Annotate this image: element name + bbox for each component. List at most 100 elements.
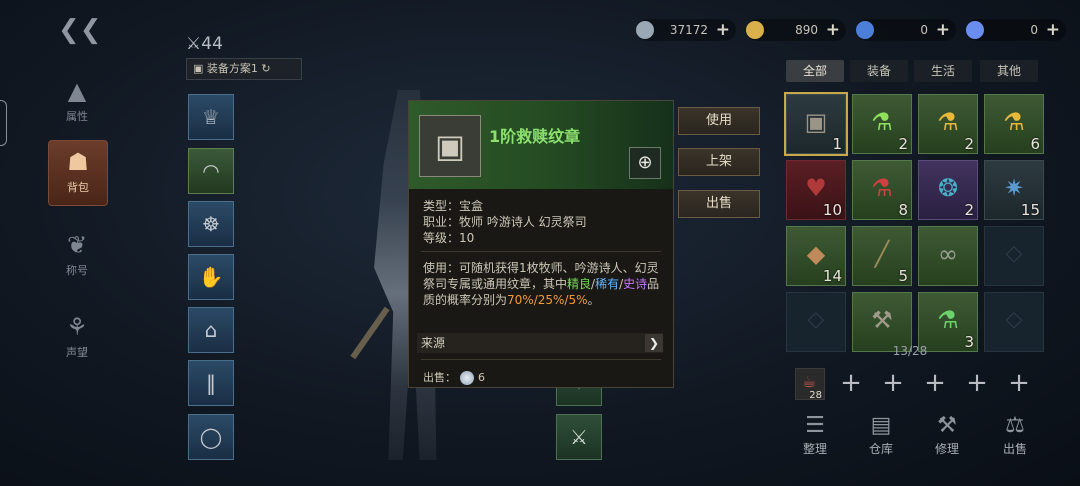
helmet-icon: ♕ [202,105,220,129]
crystal-icon [966,21,984,39]
chevron-right-icon: ❯ [645,334,663,352]
equip-slot-hands[interactable]: ✋ [188,254,234,300]
equip-plan-selector[interactable]: ▣ 装备方案1 ↻ [186,58,302,80]
item-tooltip: ▣ 1阶救赎纹章 ⊕ 类型：宝盒 职业：牧师 吟游诗人 幻灵祭司 等级：10 使… [408,100,674,388]
currency-gold: 890 + [746,19,846,41]
green-potion-icon: ⚗ [871,108,893,136]
inventory-item[interactable]: ⚗ 8 [852,160,912,220]
hammer-icon: ⚒ [871,306,893,334]
list-button[interactable]: 上架 [678,148,760,176]
add-quickslot-button[interactable]: + [962,368,992,398]
boots-icon: ‖ [206,371,216,395]
item-name: 1阶救赎纹章 [489,127,581,146]
add-gem-button[interactable]: + [936,19,950,41]
tab-equipment[interactable]: 装备 [850,60,908,82]
tooltip-header: ▣ 1阶救赎纹章 ⊕ [409,101,673,189]
equip-slot-legs[interactable]: ⌂ [188,307,234,353]
empty-icon: ◇ [1005,307,1023,332]
inventory-item[interactable]: ▣ 1 [784,92,848,156]
equip-slot-shoulder[interactable]: ◠ [188,148,234,194]
back-button[interactable]: ❮❮ [58,16,102,44]
nav-attribute[interactable]: ▲ 属性 [48,70,106,134]
inventory-item[interactable]: ⚗ 6 [984,94,1044,154]
repair-button[interactable]: ⚒ 修理 [922,412,972,457]
side-drawer-handle[interactable] [0,100,7,146]
item-count: 2 [898,135,908,153]
add-quickslot-button[interactable]: + [920,368,950,398]
nav-label: 称号 [66,264,88,277]
inventory-item[interactable]: ♥ 10 [786,160,846,220]
refresh-icon: ↻ [261,62,271,75]
sword-icon: ⚔ [186,34,202,54]
yellow-potion-icon: ⚗ [937,108,959,136]
tab-all[interactable]: 全部 [786,60,844,82]
tab-other[interactable]: 其他 [980,60,1038,82]
item-count: 6 [1030,135,1040,153]
sell-button[interactable]: ⚖ 出售 [990,412,1040,457]
backpack-icon: ☗ [67,148,89,176]
equip-slot-ring[interactable]: ◯ [188,414,234,460]
item-count: 10 [822,201,842,219]
item-count: 15 [1020,201,1040,219]
quickslot-potion[interactable]: ☕ 28 [795,368,825,401]
source-row[interactable]: 来源 ❯ [417,333,663,353]
treasure-chest-icon: ▣ [419,115,481,177]
currency-crystal: 0 + [966,19,1066,41]
chain-icon: ∞ [938,240,958,268]
empty-icon: ◇ [1005,241,1023,266]
inventory-item[interactable]: ⚒ [852,292,912,352]
item-count: 8 [898,201,908,219]
magnifier-icon: ⊕ [637,152,653,173]
equip-slot-head[interactable]: ♕ [188,94,234,140]
nav-reputation[interactable]: ⚘ 声望 [48,306,106,370]
nav-title[interactable]: ❦ 称号 [48,224,106,288]
add-silver-button[interactable]: + [716,19,730,41]
inventory-item[interactable]: ╱ 5 [852,226,912,286]
inventory-item[interactable]: ◆ 14 [786,226,846,286]
sell-item-button[interactable]: 出售 [678,190,760,218]
sell-price: 出售： 6 [423,371,485,385]
empty-slot[interactable]: ◇ [786,292,846,352]
tab-life[interactable]: 生活 [914,60,972,82]
inventory-item[interactable]: ⚗ 2 [918,94,978,154]
empty-slot[interactable]: ◇ [984,226,1044,286]
tooltip-divider [421,359,661,360]
inventory-page: 13/28 [892,344,928,358]
item-count: 3 [964,333,974,351]
sort-button[interactable]: ☰ 整理 [790,412,840,457]
equip-slot-chest[interactable]: ☸ [188,201,234,247]
treasure-chest-icon: ▣ [804,108,828,136]
plan-icon: ▣ [193,62,207,75]
item-count: 14 [822,267,842,285]
item-count: 1 [832,135,842,153]
use-button[interactable]: 使用 [678,107,760,135]
add-crystal-button[interactable]: + [1046,19,1060,41]
inventory-item[interactable]: ❂ 2 [918,160,978,220]
ring-icon: ◯ [199,425,223,449]
equip-slot-feet[interactable]: ‖ [188,360,234,406]
nav-backpack[interactable]: ☗ 背包 [48,140,108,206]
add-quickslot-button[interactable]: + [1004,368,1034,398]
nav-label: 属性 [66,110,88,123]
scale-icon: ⚖ [1005,413,1025,438]
add-quickslot-button[interactable]: + [878,368,908,398]
add-gold-button[interactable]: + [826,19,840,41]
inventory-item[interactable]: ⚗ 2 [852,94,912,154]
equip-slot-weapon[interactable]: ⚔ [556,414,602,460]
add-quickslot-button[interactable]: + [836,368,866,398]
currency-silver: 37172 + [636,19,736,41]
empty-slot[interactable]: ◇ [984,292,1044,352]
character-level: ⚔44 [186,34,223,54]
zoom-button[interactable]: ⊕ [629,147,661,179]
empty-icon: ◇ [807,307,825,332]
inventory-item[interactable]: ∞ [918,226,978,286]
item-level: 等级：10 [423,231,475,245]
tooltip-divider [421,251,661,252]
item-description: 使用：可随机获得1枚牧师、吟游诗人、幻灵祭司专属或通用纹章，其中精良/稀有/史诗… [423,261,660,307]
inventory-item[interactable]: ✷ 15 [984,160,1044,220]
inventory-item[interactable]: ⚗ 3 [918,292,978,352]
yellow-potion-icon: ⚗ [1003,108,1025,136]
character-staff [350,306,390,360]
warehouse-button[interactable]: ▤ 仓库 [856,412,906,457]
silver-coin-icon [636,21,654,39]
